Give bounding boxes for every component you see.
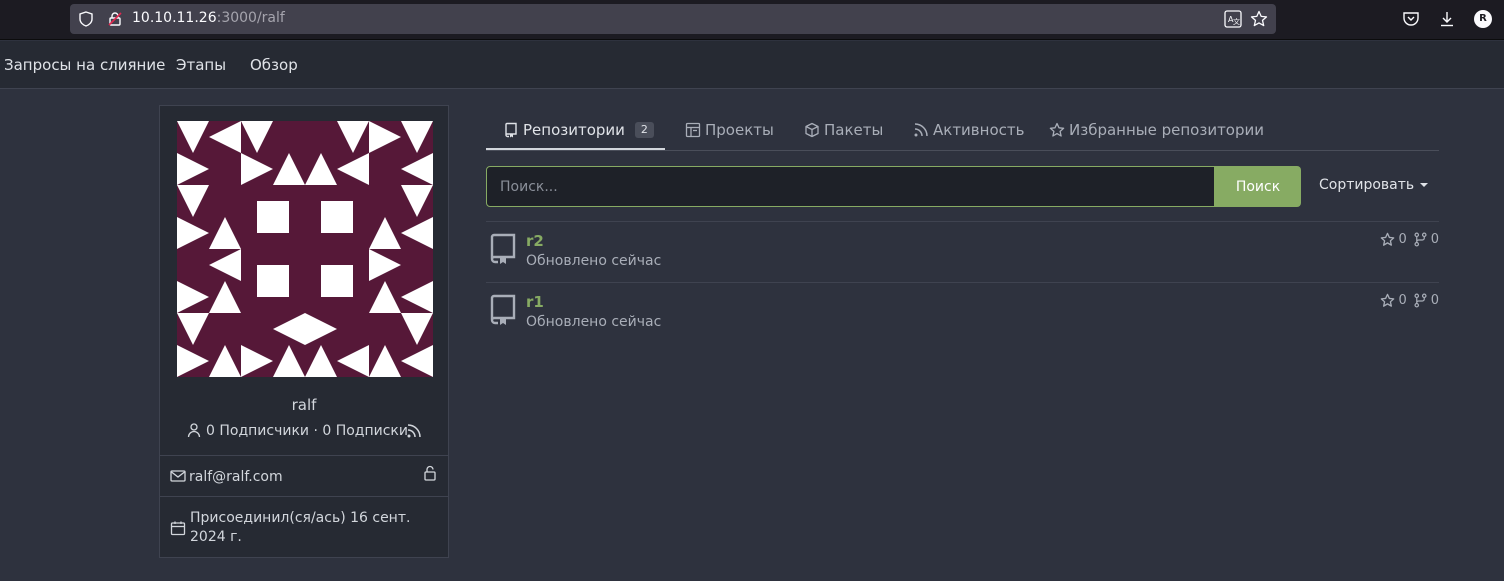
repo-updated-text: Обновлено сейчас (526, 253, 662, 269)
tab-label: Пакеты (824, 121, 884, 139)
url-bar[interactable]: 10.10.11.26:3000/ralf A文 (70, 4, 1276, 34)
repo-icon (505, 122, 517, 138)
repo-updated-text: Обновлено сейчас (526, 314, 662, 330)
account-avatar[interactable]: R (1474, 10, 1492, 28)
avatar (177, 121, 433, 377)
star-icon (1381, 293, 1395, 307)
rss-icon (914, 123, 928, 137)
fork-icon (1414, 232, 1427, 247)
star-icon (1381, 232, 1395, 246)
shield-icon[interactable] (78, 11, 94, 27)
url-text[interactable]: 10.10.11.26:3000/ralf (132, 10, 285, 26)
unlock-icon (424, 465, 436, 481)
star-count: 0 (1398, 232, 1407, 247)
fork-count: 0 (1430, 232, 1439, 247)
url-path: :3000/ralf (216, 10, 285, 26)
tab-repositories[interactable]: Репозитории 2 (503, 118, 654, 142)
tab-label: Избранные репозитории (1069, 121, 1265, 139)
repo-stats: 0 0 (1380, 293, 1439, 308)
repo-list-item: r1 Обновлено сейчас 0 0 (486, 283, 1439, 343)
repo-stats: 0 0 (1380, 232, 1439, 247)
person-icon (187, 423, 201, 438)
followers-text: 0 Подписчики · 0 Подписки (206, 423, 408, 439)
pocket-icon[interactable] (1402, 10, 1420, 28)
tab-starred-repositories[interactable]: Избранные репозитории (1049, 118, 1264, 142)
profile-card: ralf 0 Подписчики · 0 Подписки ralf@ralf… (159, 105, 449, 558)
repo-name-link[interactable]: r1 (526, 293, 544, 311)
tab-packages[interactable]: Пакеты (804, 118, 883, 142)
email-link[interactable]: ralf@ralf.com (170, 468, 283, 485)
profile-username: ralf (291, 396, 317, 414)
package-icon (805, 122, 819, 138)
joined-text: Присоединил(ся/ась) 16 сент. 2024 г. (190, 510, 411, 545)
search-button[interactable]: Поиск (1215, 166, 1301, 207)
svg-text:文: 文 (1233, 17, 1240, 26)
tab-label: Репозитории (523, 121, 625, 139)
card-divider (160, 455, 448, 456)
followers-link[interactable]: 0 Подписчики · 0 Подписки (186, 422, 408, 439)
active-tab-indicator (486, 148, 665, 150)
sort-label: Сортировать (1319, 177, 1415, 193)
repo-list-item: r2 Обновлено сейчас 0 0 (486, 222, 1439, 282)
browser-toolbar: 10.10.11.26:3000/ralf A文 R (0, 0, 1504, 40)
repo-count-badge: 2 (634, 122, 654, 138)
caret-down-icon (1420, 183, 1429, 187)
nav-pull-requests[interactable]: Запросы на слияние (4, 56, 165, 74)
project-icon (685, 122, 701, 138)
mail-icon (170, 470, 186, 482)
card-divider (160, 496, 448, 497)
calendar-icon (170, 521, 186, 536)
nav-milestones[interactable]: Этапы (176, 56, 226, 74)
fork-icon (1414, 293, 1427, 308)
star-count: 0 (1398, 293, 1407, 308)
star-icon (1049, 122, 1065, 137)
bookmark-star-icon[interactable] (1250, 10, 1268, 28)
fork-count: 0 (1430, 293, 1439, 308)
repo-icon (490, 233, 516, 264)
insecure-lock-icon[interactable] (107, 11, 123, 27)
url-host: 10.10.11.26 (132, 10, 217, 26)
app-navbar: Запросы на слияние Этапы Обзор (0, 41, 1504, 89)
profile-tabs: Репозитории 2 Проекты Пакеты Активность … (486, 108, 1439, 151)
rss-icon[interactable] (406, 423, 422, 439)
tab-label: Проекты (705, 121, 774, 139)
download-icon[interactable] (1438, 10, 1456, 28)
repo-icon (490, 294, 516, 325)
nav-explore[interactable]: Обзор (250, 56, 298, 74)
translate-icon[interactable]: A文 (1224, 10, 1242, 28)
sort-dropdown[interactable]: Сортировать (1319, 177, 1429, 193)
tab-projects[interactable]: Проекты (685, 118, 774, 142)
tab-activity[interactable]: Активность (913, 118, 1024, 142)
repo-search-input[interactable] (486, 166, 1215, 207)
email-text: ralf@ralf.com (189, 469, 283, 485)
tab-label: Активность (933, 121, 1025, 139)
repo-name-link[interactable]: r2 (526, 232, 544, 250)
